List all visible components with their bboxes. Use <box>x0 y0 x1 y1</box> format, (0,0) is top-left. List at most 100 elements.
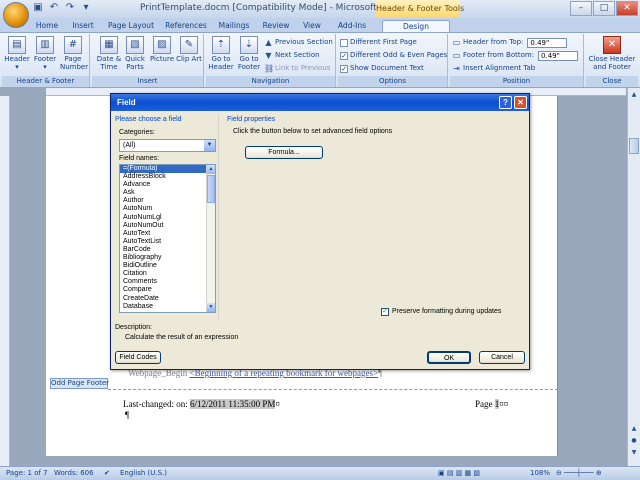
field-name-item[interactable]: =(Formula) <box>120 165 215 174</box>
insert-alignment-tab-button[interactable]: ⇥ Insert Alignment Tab <box>452 63 535 74</box>
show-document-text-option[interactable]: ✓ Show Document Text <box>340 63 424 74</box>
date-time-button[interactable]: ▦ Date & Time <box>96 36 122 71</box>
tab-review[interactable]: Review <box>258 20 294 32</box>
scrollbar-thumb[interactable] <box>629 138 639 154</box>
field-name-item[interactable]: BarCode <box>120 246 215 254</box>
window-title: PrintTemplate.docm [Compatibility Mode] … <box>140 3 403 13</box>
view-buttons[interactable]: ▣ ▤ ▥ ▦ ▧ <box>438 469 480 477</box>
field-name-item[interactable]: Advance <box>120 181 215 189</box>
vertical-scrollbar[interactable]: ▲ ▲ ● ▼ <box>627 88 640 466</box>
list-scroll-down-icon[interactable]: ▼ <box>207 303 215 312</box>
different-odd-even-option[interactable]: ✓ Different Odd & Even Pages <box>340 50 447 61</box>
tab-references[interactable]: References <box>162 20 210 32</box>
tab-insert[interactable]: Insert <box>68 20 98 32</box>
footer-pilcrow: ¶ <box>125 410 130 420</box>
preserve-formatting-checkbox[interactable]: ✓ <box>381 308 389 316</box>
link-icon: ⛓ <box>264 64 275 73</box>
ribbon-tabs: Home Insert Page Layout References Maili… <box>0 18 640 32</box>
maximize-button[interactable]: □ <box>593 1 615 16</box>
field-name-item[interactable]: Author <box>120 197 215 205</box>
picture-button[interactable]: ▨ Picture <box>149 36 175 63</box>
footer-from-bottom-spinner[interactable]: 0.49" <box>538 50 579 61</box>
page-number-icon: # <box>64 36 82 54</box>
field-name-item[interactable]: AutoTextList <box>120 238 215 246</box>
group-position: ▭ Header from Top: 0.49" ▭ Footer from B… <box>450 34 584 87</box>
link-to-previous-button[interactable]: ⛓ Link to Previous <box>264 63 330 74</box>
tab-design[interactable]: Design <box>382 20 450 32</box>
proofing-icon[interactable]: ✔ <box>104 469 110 477</box>
tab-add-ins[interactable]: Add-Ins <box>332 20 372 32</box>
footer-button[interactable]: ▥ Footer ▾ <box>32 36 58 71</box>
tab-mailings[interactable]: Mailings <box>214 20 254 32</box>
dialog-close-icon[interactable]: ✕ <box>514 96 527 109</box>
close-window-button[interactable]: ✕ <box>616 1 638 16</box>
status-words[interactable]: Words: 606 <box>54 469 94 477</box>
section-divider <box>218 114 219 319</box>
field-name-item[interactable]: AutoText <box>120 230 215 238</box>
field-names-list[interactable]: =(Formula) AddressBlock Advance Ask Author Au… <box>119 164 216 313</box>
dialog-title: Field <box>111 94 529 111</box>
cancel-button[interactable]: Cancel <box>479 351 525 364</box>
redo-icon[interactable]: ↷ <box>64 2 76 14</box>
vertical-ruler[interactable] <box>0 96 10 466</box>
status-language[interactable]: English (U.S.) <box>120 469 167 477</box>
office-button[interactable] <box>3 2 29 28</box>
show-document-text-label: Show Document Text <box>350 64 424 72</box>
show-document-text-checkbox[interactable]: ✓ <box>340 64 348 73</box>
field-name-item[interactable]: AutoNumOut <box>120 222 215 230</box>
list-scrollbar[interactable]: ▲ ▼ <box>206 165 215 312</box>
list-scroll-up-icon[interactable]: ▲ <box>207 165 215 174</box>
field-name-item[interactable]: CreateDate <box>120 295 215 303</box>
goto-header-button[interactable]: ⇡ Go to Header <box>208 36 234 71</box>
status-page[interactable]: Page: 1 of 7 <box>6 469 48 477</box>
customize-qat-icon[interactable]: ▾ <box>80 2 92 14</box>
close-header-footer-button[interactable]: ✕ Close Header and Footer <box>588 36 636 71</box>
scroll-up-icon[interactable]: ▲ <box>629 90 639 100</box>
field-name-item[interactable]: Citation <box>120 270 215 278</box>
minimize-button[interactable]: – <box>570 1 592 16</box>
categories-select[interactable]: (All) ▼ <box>119 139 216 152</box>
preserve-formatting-label[interactable]: Preserve formatting during updates <box>392 308 501 315</box>
last-changed-field[interactable]: 6/12/2011 11:35:00 PM <box>189 399 276 409</box>
chevron-down-icon[interactable]: ▼ <box>204 140 215 151</box>
tab-view[interactable]: View <box>298 20 326 32</box>
different-first-page-option[interactable]: Different First Page <box>340 37 417 48</box>
formula-button[interactable]: Formula... <box>245 146 323 159</box>
next-section-button[interactable]: ▼ Next Section <box>264 50 319 61</box>
page-number-button[interactable]: # Page Number <box>60 36 88 71</box>
field-dialog: Field ? ✕ Please choose a field Categori… <box>110 93 530 370</box>
browse-object-icon[interactable]: ● <box>629 436 639 446</box>
different-first-page-checkbox[interactable] <box>340 38 348 47</box>
field-name-item[interactable]: Database <box>120 303 215 311</box>
zoom-slider[interactable]: ⊖ ───┼─── ⊕ <box>556 469 602 477</box>
field-name-item[interactable]: AddressBlock <box>120 173 215 181</box>
goto-footer-button[interactable]: ⇣ Go to Footer <box>236 36 262 71</box>
field-name-item[interactable]: BidiOutline <box>120 262 215 270</box>
header-from-top-spinner[interactable]: 0.49" <box>527 37 568 48</box>
field-name-item[interactable]: Ask <box>120 189 215 197</box>
list-scrollbar-thumb[interactable] <box>207 175 215 203</box>
field-name-item[interactable]: AutoNumLgl <box>120 214 215 222</box>
clip-art-button[interactable]: ✎ Clip Art <box>176 36 202 63</box>
previous-section-button[interactable]: ▲ Previous Section <box>264 37 332 48</box>
save-icon[interactable]: ▣ <box>32 2 44 14</box>
field-name-item[interactable]: Compare <box>120 286 215 294</box>
group-label-options: Options <box>338 76 447 87</box>
field-name-item[interactable]: AutoNum <box>120 205 215 213</box>
tab-page-layout[interactable]: Page Layout <box>104 20 158 32</box>
next-page-icon[interactable]: ▼ <box>629 448 639 458</box>
header-position-icon: ▭ <box>452 38 461 47</box>
quick-parts-button[interactable]: ▧ Quick Parts <box>122 36 148 71</box>
help-icon[interactable]: ? <box>499 96 512 109</box>
field-name-item[interactable]: Bibliography <box>120 254 215 262</box>
status-zoom[interactable]: 108% <box>530 469 550 477</box>
ok-button[interactable]: OK <box>427 351 471 364</box>
field-name-item[interactable]: Comments <box>120 278 215 286</box>
field-codes-button[interactable]: Field Codes <box>115 351 161 364</box>
previous-page-icon[interactable]: ▲ <box>629 424 639 434</box>
different-odd-even-checkbox[interactable]: ✓ <box>340 51 348 60</box>
tab-home[interactable]: Home <box>30 20 64 32</box>
undo-icon[interactable]: ↶ <box>48 2 60 14</box>
group-header-footer: ▤ Header ▾ ▥ Footer ▾ # Page Number Header… <box>2 34 90 87</box>
header-button[interactable]: ▤ Header ▾ <box>4 36 30 71</box>
